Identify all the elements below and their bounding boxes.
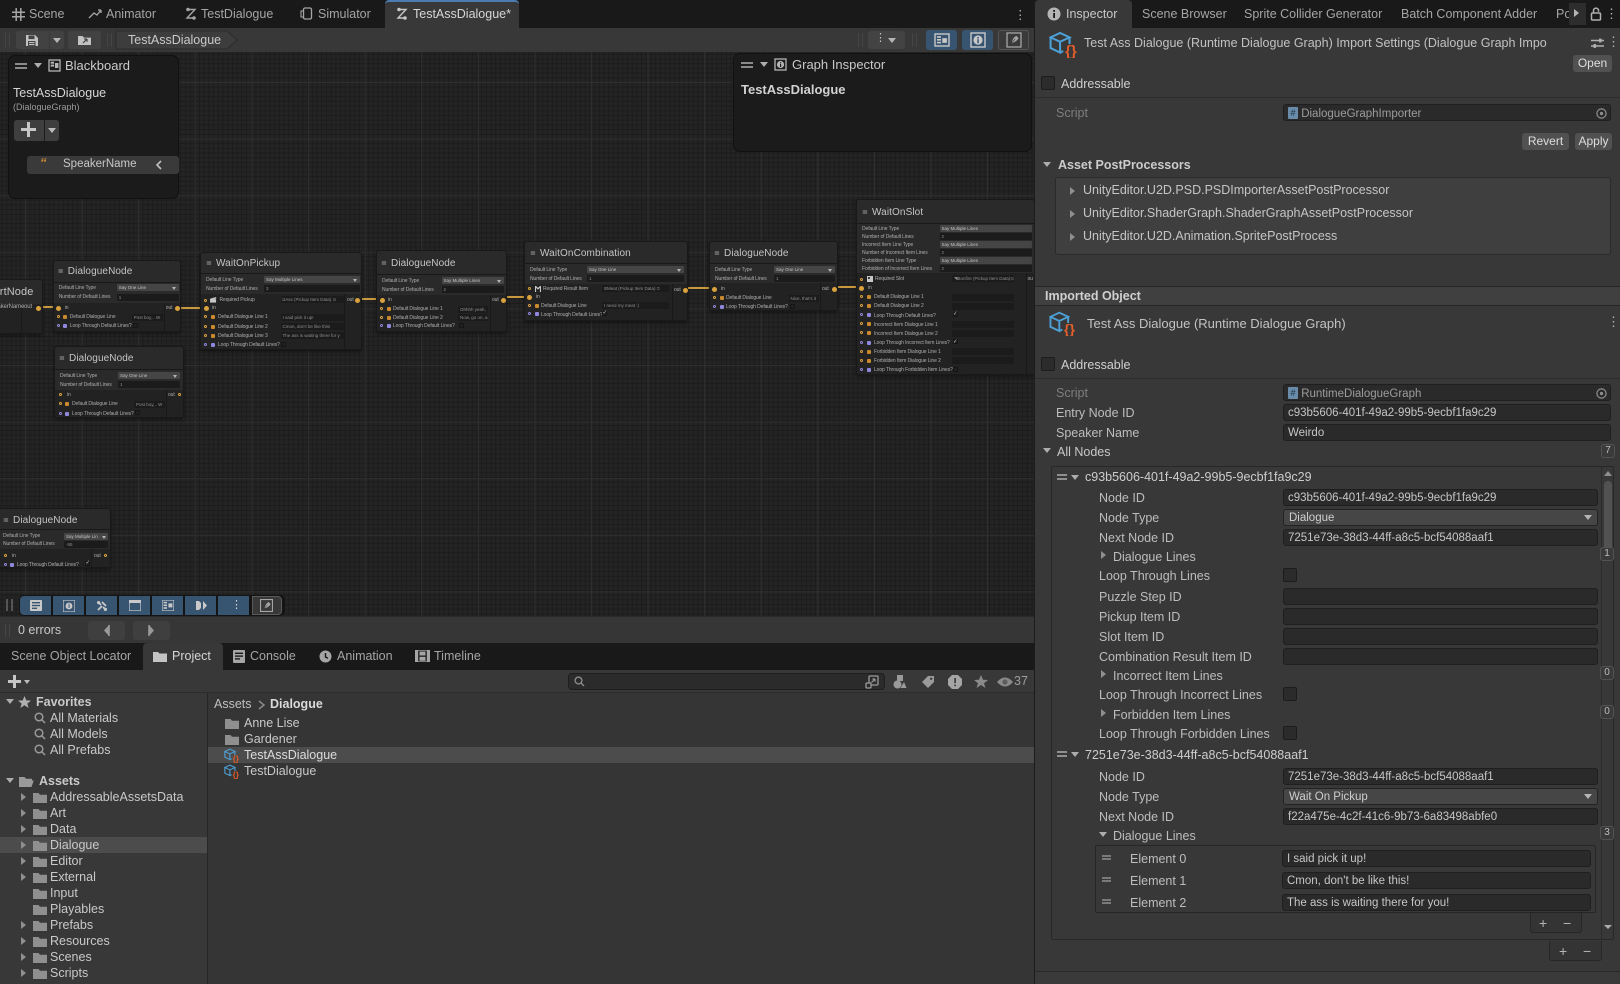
svg-text:#: # (1290, 388, 1295, 398)
svg-text:#: # (1290, 108, 1295, 118)
